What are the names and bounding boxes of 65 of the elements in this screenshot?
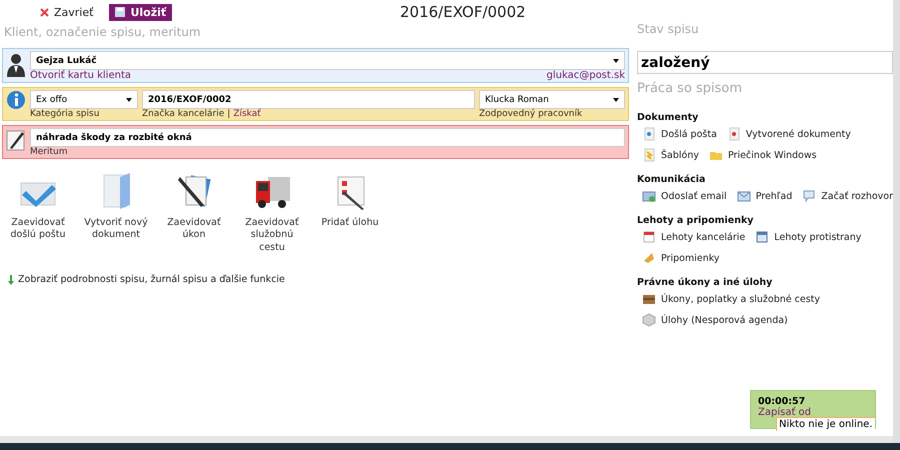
envelope-icon <box>736 189 751 203</box>
meritum-field[interactable]: náhrada škody za rozbité okná <box>30 128 625 147</box>
horizontal-scrollbar[interactable] <box>0 436 893 443</box>
worker-select[interactable]: Klucka Roman <box>479 90 625 109</box>
work-link[interactable]: Prehľad <box>736 189 792 203</box>
meritum-label: Meritum <box>30 147 69 157</box>
work-link[interactable]: Pripomienky <box>642 251 720 265</box>
email-link[interactable]: glukac@post.sk <box>546 70 625 81</box>
action-button[interactable]: Vytvoriť nový dokument <box>82 171 150 254</box>
section-title: Právne úkony a iné úlohy <box>637 277 774 288</box>
category-label: Kategória spisu <box>30 109 100 119</box>
action-button[interactable]: Zaevidovať služobnú cestu <box>238 171 306 254</box>
section-title: Komunikácia <box>637 174 706 185</box>
work-link[interactable]: Došlá pošta <box>642 127 717 141</box>
document-icon <box>642 148 656 162</box>
record-link[interactable]: Zapísať od <box>758 407 875 418</box>
work-link[interactable]: Vytvorené dokumenty <box>726 127 851 141</box>
work-link[interactable]: Začať rozhovor <box>802 189 894 203</box>
caret-icon <box>613 98 619 102</box>
action-button[interactable]: Zaevidovať došlú poštu <box>4 171 72 254</box>
section-title: Dokumenty <box>637 112 700 123</box>
worker-label: Zodpovedný pracovník <box>479 109 584 119</box>
details-link[interactable]: Zobraziť podrobnosti spisu, žurnál spisu a ďalšie funkcie <box>0 254 630 286</box>
client-select[interactable]: Gejza Lukáč <box>30 51 625 70</box>
save-button[interactable]: Uložiť <box>109 4 172 20</box>
caret-icon <box>126 98 132 102</box>
work-link[interactable]: Lehoty protistrany <box>755 230 862 244</box>
info-icon <box>6 90 26 110</box>
action-button[interactable]: Pridať úlohu <box>316 171 384 254</box>
work-link[interactable]: Lehoty kancelárie <box>642 230 746 244</box>
status-heading: Stav spisu <box>637 22 700 38</box>
work-link[interactable]: Úkony, poplatky a služobné cesty <box>642 292 820 306</box>
online-popup: Nikto nie je online. <box>776 417 875 431</box>
cube-icon <box>642 313 656 327</box>
separator: | <box>227 109 230 119</box>
pencil-icon <box>6 128 26 152</box>
document-icon <box>726 127 741 141</box>
calendar-icon <box>642 230 656 244</box>
document-icon <box>642 127 656 141</box>
caret-icon <box>613 58 619 62</box>
close-button[interactable]: Zavrieť <box>34 4 100 20</box>
calendar-icon <box>755 230 770 244</box>
speech-bubble-icon <box>802 189 816 203</box>
category-select[interactable]: Ex offo <box>30 90 138 109</box>
section-title: Lehoty a pripomienky <box>637 215 754 226</box>
window-title: 2016/EXOF/0002 <box>400 3 526 21</box>
work-link[interactable]: Šablóny <box>642 148 699 162</box>
close-icon <box>40 8 49 16</box>
action-button[interactable]: Zaevidovať úkon <box>160 171 228 254</box>
work-link[interactable]: Úlohy (Nesporová agenda) <box>642 313 788 327</box>
work-heading: Práca so spisom <box>637 81 744 98</box>
office-mark-field[interactable]: 2016/EXOF/0002 <box>142 90 475 109</box>
work-link[interactable]: Odoslať email <box>642 189 727 203</box>
timer-time: 00:00:57 <box>758 396 806 407</box>
arrow-down-icon <box>8 274 14 285</box>
chest-icon <box>642 292 656 306</box>
get-link[interactable]: Získať <box>233 109 261 119</box>
work-link[interactable]: Priečinok Windows <box>708 148 817 162</box>
vertical-scrollbar[interactable] <box>893 0 900 443</box>
status-field[interactable]: založený <box>637 51 893 74</box>
person-icon <box>6 51 26 77</box>
envelope-icon <box>642 189 656 203</box>
open-client-link[interactable]: Otvoriť kartu klienta <box>30 70 131 81</box>
section-heading: Klient, označenie spisu, meritum <box>3 24 202 39</box>
office-mark-label: Značka kancelárie <box>142 109 224 119</box>
